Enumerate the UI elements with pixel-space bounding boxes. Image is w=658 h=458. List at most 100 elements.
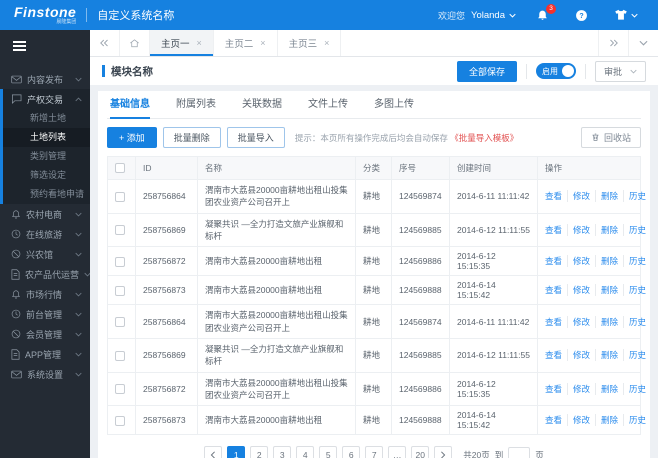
sidebar-subitem[interactable]: 新增土地 — [3, 109, 90, 128]
cell-serial: 124569885 — [391, 212, 450, 248]
row-action-link[interactable]: 历史 — [623, 382, 646, 395]
close-icon[interactable]: × — [260, 38, 265, 48]
row-action-link[interactable]: 修改 — [567, 190, 590, 203]
row-checkbox[interactable] — [115, 191, 125, 202]
row-action-link[interactable]: 修改 — [567, 349, 590, 362]
row-checkbox[interactable] — [115, 316, 125, 327]
user-menu[interactable]: Yolanda — [471, 10, 516, 21]
content-tab[interactable]: 基础信息 — [110, 91, 150, 119]
row-checkbox[interactable] — [115, 384, 125, 395]
sidebar-item[interactable]: 产权交易 — [3, 89, 90, 109]
sidebar-item[interactable]: 农产品代运营 — [0, 264, 90, 284]
close-icon[interactable]: × — [197, 38, 202, 48]
row-checkbox[interactable] — [115, 285, 125, 296]
pagination-page-button[interactable]: 6 — [342, 446, 361, 458]
pagination-page-button[interactable]: 2 — [250, 446, 269, 458]
file-icon — [11, 348, 20, 360]
row-action-link[interactable]: 删除 — [595, 349, 618, 362]
sidebar-subitem[interactable]: 预约看地申请 — [3, 185, 90, 204]
sidebar-item[interactable]: 前台管理 — [0, 304, 90, 324]
recycle-bin-button[interactable]: 回收站 — [580, 127, 641, 148]
row-action-link[interactable]: 历史 — [623, 284, 646, 297]
sidebar-subitem[interactable]: 土地列表 — [3, 128, 90, 147]
row-action-link[interactable]: 查看 — [545, 190, 562, 202]
enable-toggle[interactable]: 启用 — [535, 63, 576, 79]
row-action-link[interactable]: 删除 — [595, 255, 618, 268]
row-action-link[interactable]: 查看 — [545, 383, 562, 395]
row-action-link[interactable]: 历史 — [623, 255, 646, 268]
save-all-button[interactable]: 全部保存 — [456, 60, 517, 82]
sidebar-subitem[interactable]: 筛选设定 — [3, 166, 90, 185]
pagination-page-button[interactable]: 5 — [319, 446, 338, 458]
row-checkbox[interactable] — [115, 225, 125, 236]
sidebar-item[interactable]: 会员管理 — [0, 324, 90, 344]
pagination-page-button[interactable]: 7 — [365, 446, 384, 458]
batch-delete-button[interactable]: 批量删除 — [162, 127, 221, 148]
batch-import-button[interactable]: 批量导入 — [226, 127, 285, 148]
row-action-link[interactable]: 删除 — [595, 223, 618, 236]
add-button[interactable]: + 添加 — [107, 127, 157, 148]
sidebar-item[interactable]: APP管理 — [0, 344, 90, 364]
row-action-link[interactable]: 修改 — [567, 382, 590, 395]
sidebar-subitem[interactable]: 类别管理 — [3, 147, 90, 166]
approve-select[interactable]: 审批 — [594, 60, 646, 82]
row-action-link[interactable]: 删除 — [595, 315, 618, 328]
row-action-link[interactable]: 删除 — [595, 414, 618, 427]
row-checkbox[interactable] — [115, 415, 125, 426]
pagination-page-button[interactable]: 3 — [273, 446, 292, 458]
page-tab[interactable]: 主页三 × — [278, 30, 342, 56]
theme-button[interactable] — [608, 9, 644, 21]
pagination-page-button[interactable]: 4 — [296, 446, 315, 458]
content-tab[interactable]: 多图上传 — [374, 91, 414, 118]
row-action-link[interactable]: 查看 — [545, 224, 562, 236]
content-tab[interactable]: 关联数据 — [242, 91, 282, 118]
row-action-link[interactable]: 修改 — [567, 284, 590, 297]
row-action-link[interactable]: 历史 — [623, 414, 646, 427]
sidebar-collapse-button[interactable] — [0, 30, 90, 61]
select-all-checkbox[interactable] — [115, 163, 125, 174]
row-action-link[interactable]: 查看 — [545, 255, 562, 267]
row-action-link[interactable]: 查看 — [545, 284, 562, 296]
row-action-link[interactable]: 修改 — [567, 255, 590, 268]
tabs-menu-button[interactable] — [628, 30, 658, 56]
sidebar-item[interactable]: 在线旅游 — [0, 224, 90, 244]
row-checkbox[interactable] — [115, 256, 125, 267]
row-action-link[interactable]: 查看 — [545, 414, 562, 426]
pagination-page-button[interactable]: 20 — [411, 446, 430, 458]
logo[interactable]: Finstone 晨隆集团 — [14, 5, 76, 25]
logo-subtext: 晨隆集团 — [56, 19, 77, 25]
page-tab[interactable]: 主页一 × — [150, 30, 214, 56]
row-checkbox[interactable] — [115, 350, 125, 361]
tabs-scroll-right-button[interactable] — [598, 30, 628, 56]
row-action-link[interactable]: 查看 — [545, 349, 562, 361]
pagination-prev-button[interactable] — [204, 446, 223, 458]
row-action-link[interactable]: 历史 — [623, 315, 646, 328]
sidebar-item[interactable]: 兴农馆 — [0, 244, 90, 264]
pagination-page-button[interactable]: 1 — [227, 446, 246, 458]
row-action-link[interactable]: 修改 — [567, 223, 590, 236]
sidebar-item[interactable]: 市场行情 — [0, 284, 90, 304]
import-template-link[interactable]: 《批量导入模板》 — [450, 133, 518, 143]
sidebar-item[interactable]: 系统设置 — [0, 364, 90, 384]
row-action-link[interactable]: 修改 — [567, 315, 590, 328]
row-action-link[interactable]: 删除 — [595, 284, 618, 297]
row-action-link[interactable]: 修改 — [567, 414, 590, 427]
tabs-scroll-left-button[interactable] — [90, 30, 120, 56]
content-tab[interactable]: 附属列表 — [176, 91, 216, 118]
page-tab[interactable]: 主页二 × — [214, 30, 278, 56]
row-action-link[interactable]: 删除 — [595, 190, 618, 203]
sidebar-item[interactable]: 内容发布 — [0, 69, 90, 89]
row-action-link[interactable]: 历史 — [623, 223, 646, 236]
goto-page-input[interactable] — [508, 447, 531, 458]
content-tab[interactable]: 文件上传 — [308, 91, 348, 118]
home-tab-button[interactable] — [120, 30, 150, 56]
close-icon[interactable]: × — [324, 38, 329, 48]
notifications-button[interactable]: 3 — [530, 3, 556, 22]
row-action-link[interactable]: 历史 — [623, 190, 646, 203]
help-button[interactable]: ? — [569, 9, 594, 22]
row-action-link[interactable]: 删除 — [595, 382, 618, 395]
row-action-link[interactable]: 历史 — [623, 349, 646, 362]
row-action-link[interactable]: 查看 — [545, 316, 562, 328]
sidebar-item[interactable]: 农村电商 — [0, 204, 90, 224]
pagination-next-button[interactable] — [434, 446, 453, 458]
